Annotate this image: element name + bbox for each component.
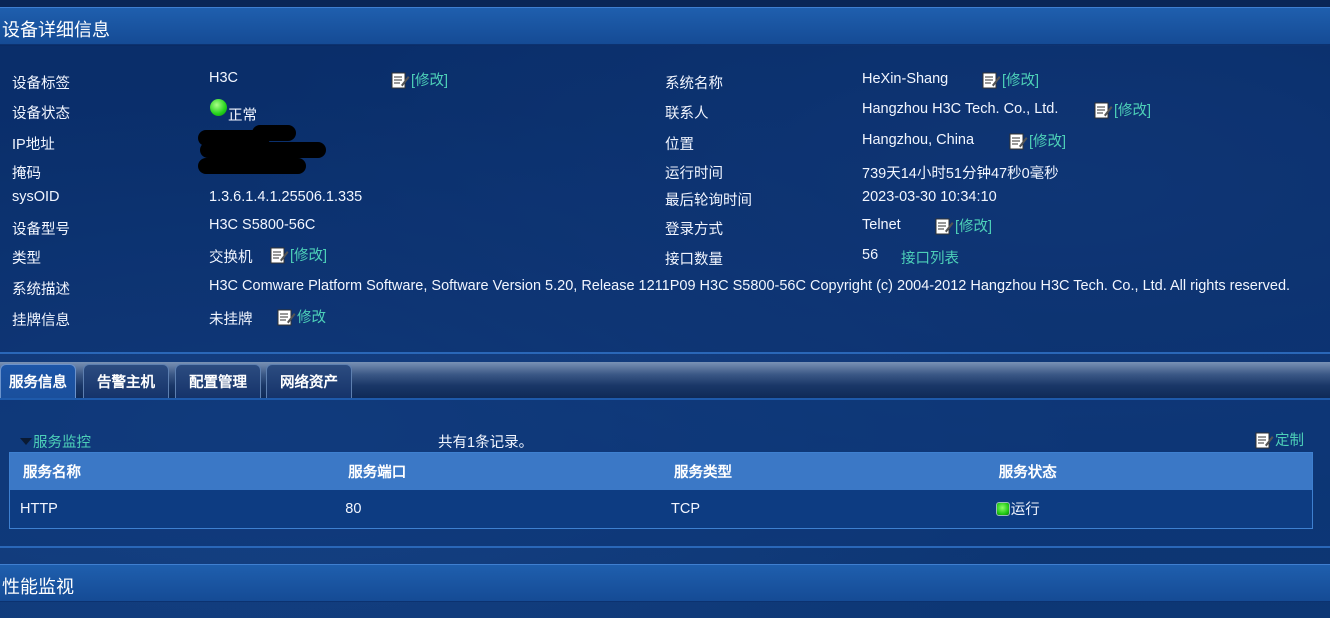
cell-service-name: HTTP [9,489,336,529]
edit-tag-info-button[interactable]: 修改 [276,306,326,327]
value-type: 交换机 [209,250,253,266]
redacted-mark [198,158,306,174]
status-wrapper: 运行 [995,498,1312,519]
edit-note-icon [270,247,289,263]
cell-service-type: TCP [660,489,986,529]
device-details-panel: 设备标签 H3C [修改] 设备状态 正常 IP地址 掩码 sysOID 1.3… [0,46,1330,354]
triangle-down-icon [20,438,32,445]
label-system-name: 系统名称 [665,76,723,92]
tab-service-info[interactable]: 服务信息 [0,364,76,398]
table-row: HTTP 80 TCP 运行 [9,489,1313,529]
edit-note-icon [935,218,954,234]
edit-location-button[interactable]: [修改] [1008,130,1066,151]
tab-network-assets[interactable]: 网络资产 [266,364,352,398]
service-monitor-label: 服务监控 [33,435,91,451]
edit-note-icon [982,72,1001,88]
device-details-header: 设备详细信息 [0,7,1330,45]
label-uptime: 运行时间 [665,166,723,182]
edit-tag-info-label: 修改 [297,310,326,326]
label-tag-info: 挂牌信息 [12,313,70,329]
interface-list-link[interactable]: 接口列表 [901,247,959,268]
cell-service-port: 80 [335,489,661,529]
label-mask: 掩码 [12,166,41,182]
edit-type-label: [修改] [290,248,328,264]
edit-note-icon [1094,102,1113,118]
value-interface-count: 56 [862,247,879,263]
edit-login-method-button[interactable]: [修改] [934,215,992,236]
tab-config-management[interactable]: 配置管理 [175,364,261,398]
label-device-tag: 设备标签 [12,76,70,92]
edit-type-button[interactable]: [修改] [269,244,327,265]
edit-note-icon [1255,432,1274,448]
label-contact: 联系人 [665,106,709,122]
value-system-description: H3C Comware Platform Software, Software … [209,278,1291,294]
edit-note-icon [277,309,296,325]
edit-login-method-label: [修改] [955,219,993,235]
customize-button[interactable]: 定制 [1254,429,1304,450]
redacted-mark [200,142,326,158]
value-tag-info: 未挂牌 [209,312,253,328]
edit-contact-button[interactable]: [修改] [1093,99,1151,120]
record-count: 共有1条记录。 [438,435,534,451]
column-header-service-type: 服务类型 [660,452,986,490]
value-last-poll-time: 2023-03-30 10:34:10 [862,189,997,205]
column-header-service-name: 服务名称 [9,452,336,490]
value-contact: Hangzhou H3C Tech. Co., Ltd. [862,101,1059,117]
value-device-tag: H3C [209,70,239,86]
value-uptime: 739天14小时51分钟47秒0毫秒 [862,166,1059,182]
column-header-service-port: 服务端口 [335,452,661,490]
label-interface-count: 接口数量 [665,252,723,268]
edit-system-name-button[interactable]: [修改] [981,69,1039,90]
column-header-service-status: 服务状态 [985,452,1313,490]
service-table: 服务名称 服务端口 服务类型 服务状态 HTTP 80 TCP 运行 [9,452,1313,529]
value-device-model: H3C S5800-56C [209,217,316,233]
label-location: 位置 [665,137,694,153]
top-strip [0,0,1330,7]
value-sysoid: 1.3.6.1.4.1.25506.1.335 [209,189,363,205]
green-status-dot-icon [210,99,227,116]
status-text: 运行 [1010,502,1040,519]
edit-device-tag-label: [修改] [411,73,449,89]
cell-service-status: 运行 [985,489,1313,529]
edit-system-name-label: [修改] [1002,73,1040,89]
value-system-name: HeXin-Shang [862,71,949,87]
redacted-mark [252,125,296,141]
service-panel: 服务监控 共有1条记录。 定制 服务名称 服务端口 服务类型 服务状态 HTTP… [0,398,1330,548]
value-login-method: Telnet [862,217,901,233]
value-location: Hangzhou, China [862,132,975,148]
edit-note-icon [391,72,410,88]
table-header-row: 服务名称 服务端口 服务类型 服务状态 [9,452,1313,490]
tab-bar: 服务信息 告警主机 配置管理 网络资产 [0,362,1330,398]
label-device-model: 设备型号 [12,222,70,238]
value-device-status: 正常 [228,108,257,124]
edit-location-label: [修改] [1029,134,1067,150]
edit-note-icon [1009,133,1028,149]
service-monitor-toggle[interactable]: 服务监控 [20,431,91,452]
tab-alarm-hosts[interactable]: 告警主机 [83,364,169,398]
label-ip-address: IP地址 [12,137,55,153]
label-login-method: 登录方式 [665,222,723,238]
green-status-dot-icon [995,501,1010,516]
device-details-title: 设备详细信息 [2,20,110,40]
label-device-status: 设备状态 [12,106,70,122]
performance-monitor-title: 性能监视 [2,577,74,597]
customize-label: 定制 [1275,433,1304,449]
label-last-poll-time: 最后轮询时间 [665,193,752,209]
label-type: 类型 [12,251,41,267]
label-system-description: 系统描述 [12,282,70,298]
label-sysoid: sysOID [12,189,60,205]
edit-contact-label: [修改] [1114,103,1152,119]
performance-monitor-header: 性能监视 [0,564,1330,602]
edit-device-tag-button[interactable]: [修改] [390,69,448,90]
